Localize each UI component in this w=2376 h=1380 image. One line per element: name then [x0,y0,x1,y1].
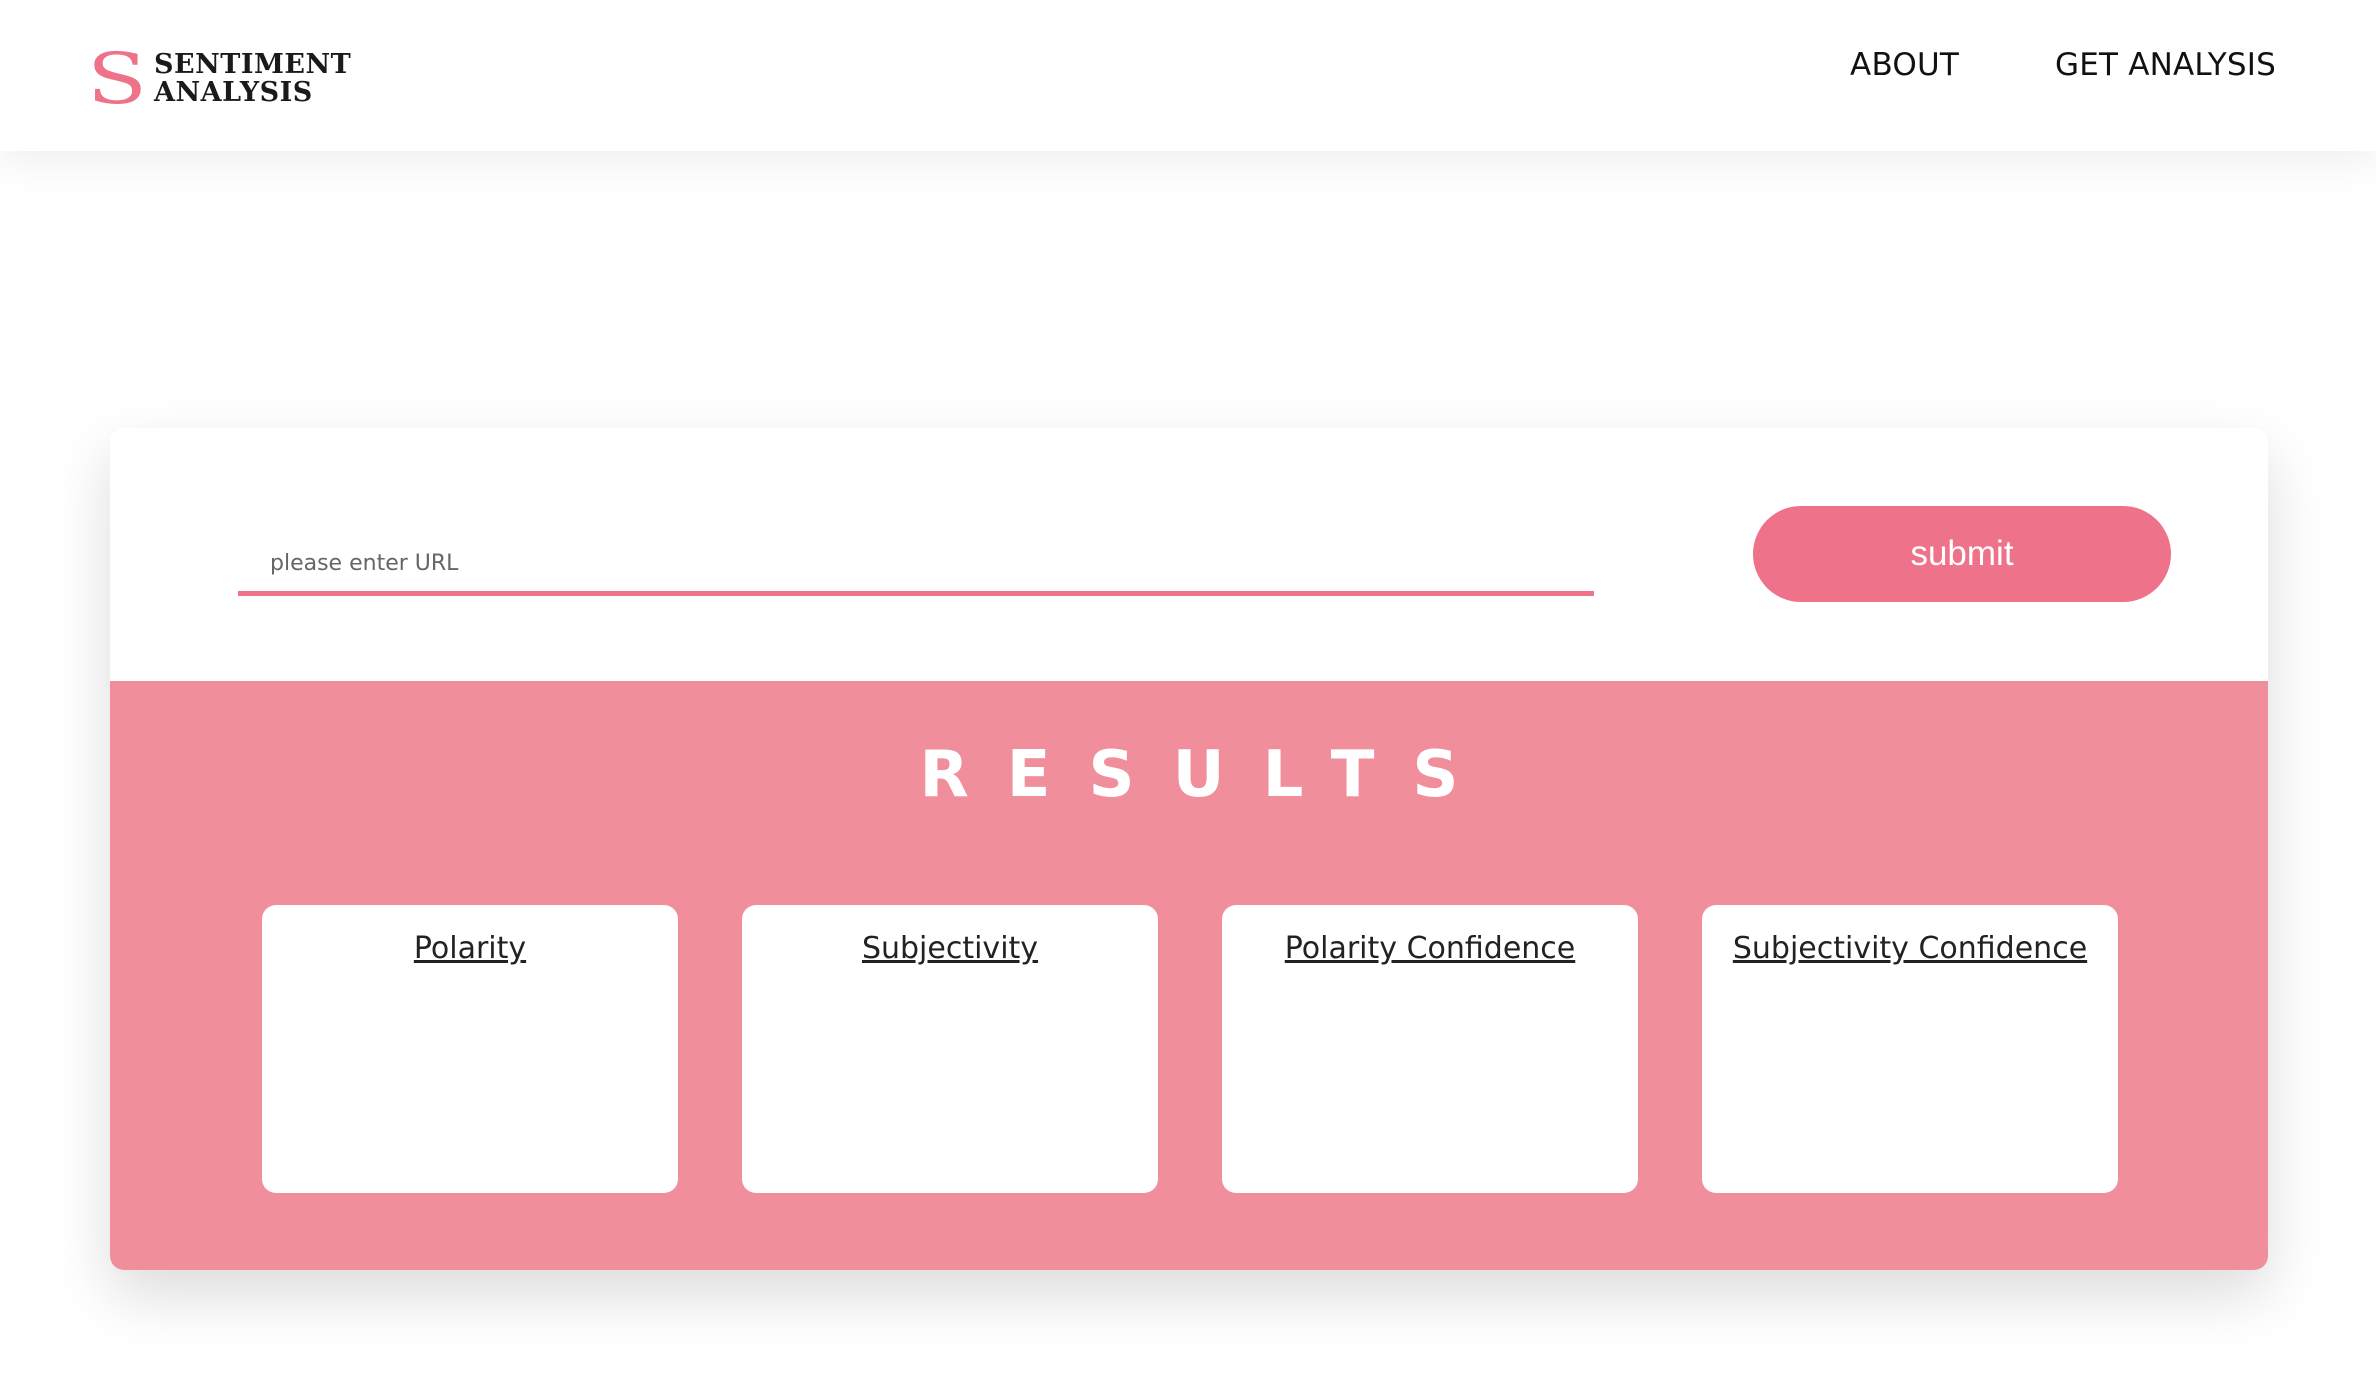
nav-about-link[interactable]: ABOUT [1850,47,1959,83]
polarity-confidence-label[interactable]: Polarity Confidence [1222,931,1638,966]
results-panel: RESULTS Polarity Subjectivity Polarity C… [110,681,2268,1270]
subjectivity-confidence-box: Subjectivity Confidence [1702,905,2118,1193]
logo-line-2: ANALYSIS [154,77,313,108]
analysis-card: submit RESULTS Polarity Subjectivity Pol… [110,428,2268,1270]
results-title: RESULTS [919,738,1497,812]
subjectivity-box: Subjectivity [742,905,1158,1193]
subjectivity-label[interactable]: Subjectivity [742,931,1158,966]
subjectivity-confidence-label[interactable]: Subjectivity Confidence [1702,931,2118,966]
logo[interactable]: S SENTIMENT ANALYSIS [86,37,351,120]
logo-line-1: SENTIMENT [154,49,352,80]
url-input[interactable] [238,536,1594,596]
main-nav: ABOUT GET ANALYSIS [1850,47,2276,83]
polarity-label[interactable]: Polarity [262,931,678,966]
submit-button[interactable]: submit [1753,506,2171,602]
site-header: S SENTIMENT ANALYSIS ABOUT GET ANALYSIS [0,0,2376,151]
polarity-confidence-box: Polarity Confidence [1222,905,1638,1193]
url-form: submit [110,428,2268,681]
logo-letter: S [86,37,148,120]
logo-text: SENTIMENT ANALYSIS [154,51,351,107]
nav-get-analysis-link[interactable]: GET ANALYSIS [2055,47,2276,83]
polarity-box: Polarity [262,905,678,1193]
